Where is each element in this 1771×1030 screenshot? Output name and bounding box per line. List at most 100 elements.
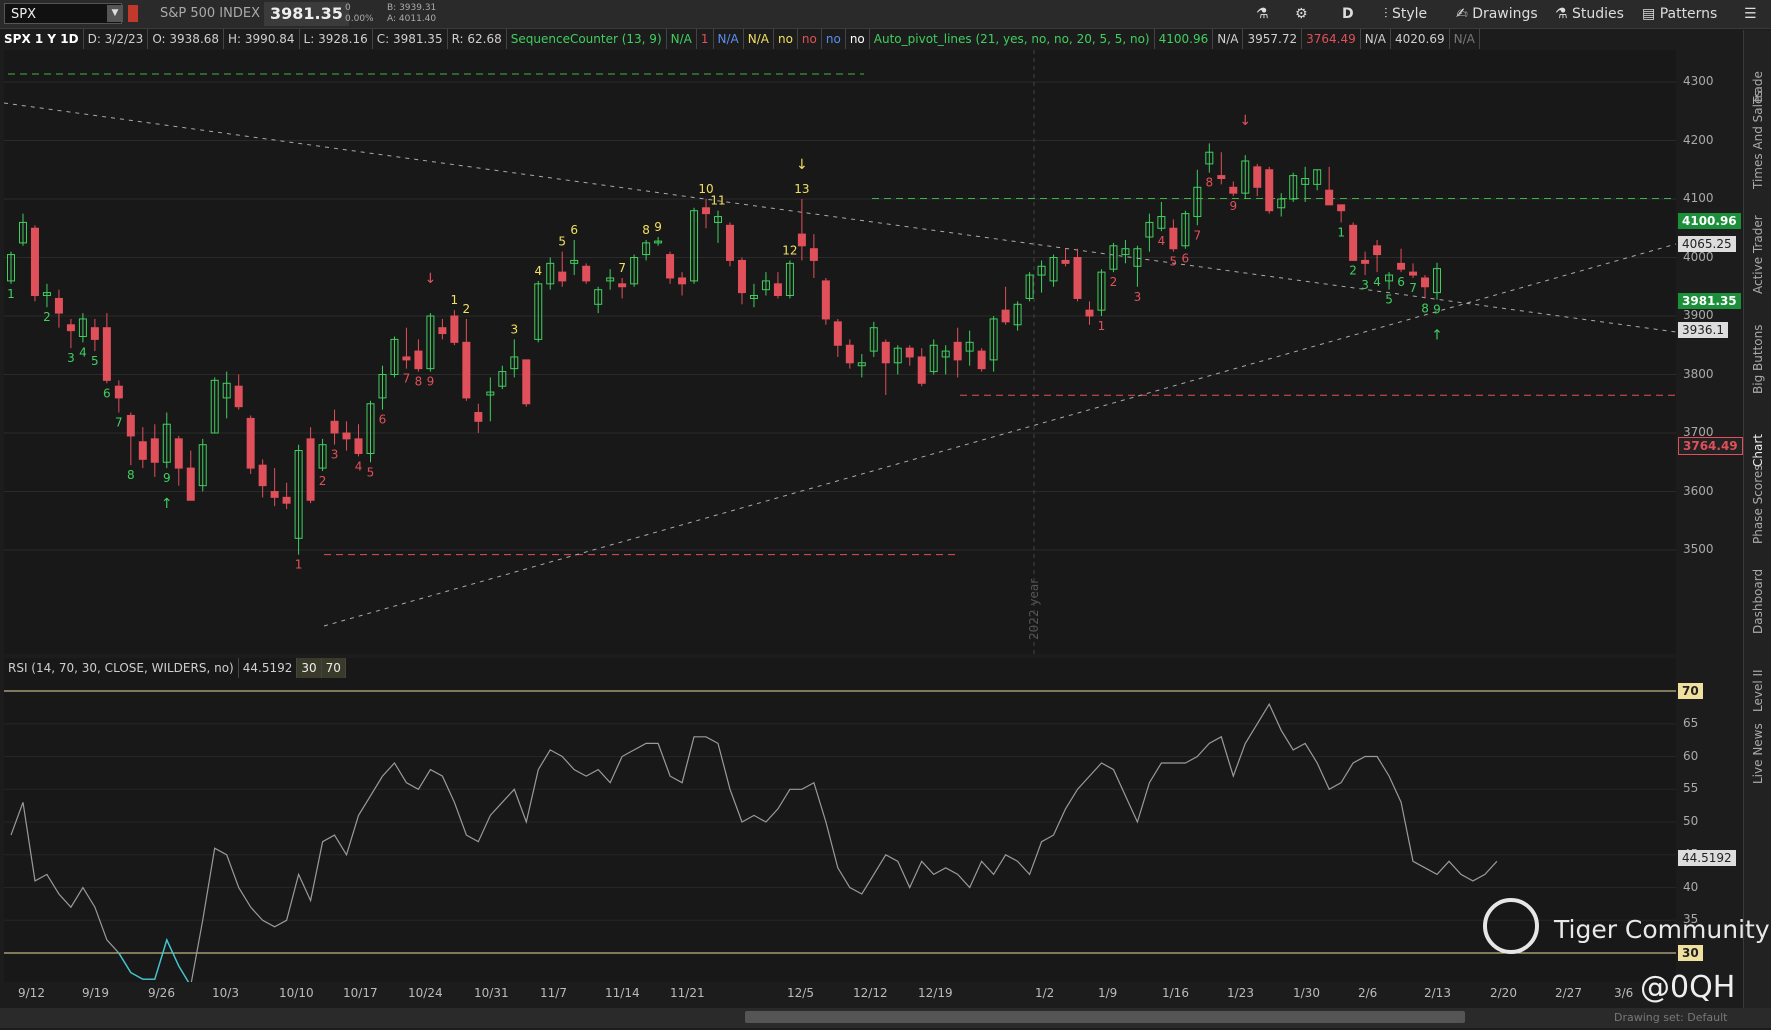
candle-body[interactable] <box>797 233 806 247</box>
candle-body[interactable] <box>773 283 782 297</box>
candle-body[interactable] <box>282 496 291 504</box>
candle-body[interactable] <box>354 438 363 454</box>
bar-open: O: 3938.68 <box>148 29 225 49</box>
candle-body[interactable] <box>1169 227 1178 250</box>
sequence-counter-study[interactable]: SequenceCounter (13, 9) <box>507 29 667 49</box>
candle-body[interactable] <box>1229 186 1238 194</box>
pivot-price-tag: 3936.1 <box>1678 322 1728 338</box>
candle-body[interactable] <box>725 224 734 261</box>
sidebar-tab[interactable]: Times And Sales <box>1751 90 1765 189</box>
candle-body[interactable] <box>330 420 339 434</box>
candle-body[interactable] <box>953 341 962 361</box>
candle-body[interactable] <box>821 280 830 320</box>
candle-body[interactable] <box>977 350 986 370</box>
candle-body[interactable] <box>678 277 687 285</box>
candle-body[interactable] <box>246 417 255 469</box>
candle-body[interactable] <box>1085 309 1094 317</box>
candle-body[interactable] <box>1349 224 1358 261</box>
candle-body[interactable] <box>54 297 63 314</box>
candle-body[interactable] <box>30 227 39 297</box>
chart-title[interactable]: SPX 1 Y 1D <box>0 29 84 49</box>
candle-body[interactable] <box>558 271 567 282</box>
candle-body[interactable] <box>1325 189 1334 206</box>
candle-body[interactable] <box>905 347 914 358</box>
candle-body[interactable] <box>126 414 135 437</box>
auto-pivot-study[interactable]: Auto_pivot_lines (21, yes, no, no, 20, 5… <box>870 29 1155 49</box>
candle-body[interactable] <box>90 327 99 340</box>
price-axis-label: 3800 <box>1683 366 1714 381</box>
candle-body[interactable] <box>402 356 411 361</box>
candle-body[interactable] <box>833 321 842 346</box>
sidebar-tab[interactable]: Active Trader <box>1751 215 1765 294</box>
candle-body[interactable] <box>618 283 627 288</box>
candle-body[interactable] <box>1265 169 1274 212</box>
candle-body[interactable] <box>881 341 890 364</box>
candle-body[interactable] <box>1409 271 1418 276</box>
candle-body[interactable] <box>522 359 531 405</box>
candle-body[interactable] <box>150 438 159 463</box>
menu-icon[interactable]: ☰ <box>1744 4 1757 24</box>
down-arrow-icon: ↓ <box>796 157 808 173</box>
candle-body[interactable] <box>845 344 854 364</box>
candle-body[interactable] <box>1253 166 1262 188</box>
candle-body[interactable] <box>1217 175 1226 180</box>
sidebar-tab[interactable]: Live News <box>1751 723 1765 784</box>
symbol-dropdown-icon[interactable]: ▼ <box>107 5 123 22</box>
scrollbar-thumb[interactable] <box>745 1011 1465 1023</box>
candle-body[interactable] <box>1421 277 1430 288</box>
candle-body[interactable] <box>1061 259 1070 264</box>
drawings-button[interactable]: ✍ Drawings <box>1456 4 1538 24</box>
candle-body[interactable] <box>450 315 459 343</box>
symbol-color-flag[interactable] <box>128 5 138 22</box>
candle-body[interactable] <box>342 432 351 440</box>
candle-body[interactable] <box>917 356 926 384</box>
patterns-button[interactable]: ▤ Patterns <box>1642 4 1717 24</box>
user-handle: @0QH <box>1640 970 1736 1005</box>
sequence-count-label: 2 <box>463 302 471 316</box>
candle-body[interactable] <box>66 324 75 332</box>
sidebar-tab[interactable]: Big Buttons <box>1751 325 1765 394</box>
sidebar-tab[interactable]: Chart <box>1751 434 1765 467</box>
sidebar-tab[interactable]: Phase Scores <box>1751 464 1765 544</box>
candle-body[interactable] <box>306 438 315 501</box>
candle-body[interactable] <box>666 254 675 279</box>
candle-body[interactable] <box>1001 309 1010 323</box>
candle-body[interactable] <box>1073 257 1082 299</box>
candle-body[interactable] <box>258 464 267 487</box>
rsi-study-label[interactable]: RSI (14, 70, 30, CLOSE, WILDERS, no) <box>4 658 239 678</box>
candle-body[interactable] <box>1337 204 1346 212</box>
candle-body[interactable] <box>737 259 746 294</box>
candle-body[interactable] <box>438 327 447 335</box>
down-arrow-icon: ↓ <box>1239 113 1251 129</box>
candle-body[interactable] <box>582 265 591 282</box>
price-axis-label: 3600 <box>1683 483 1714 498</box>
candle-body[interactable] <box>1397 262 1406 270</box>
flask-icon[interactable]: ⚗ <box>1256 4 1269 24</box>
bar-low: L: 3928.16 <box>300 29 373 49</box>
candle-body[interactable] <box>809 248 818 261</box>
candle-body[interactable] <box>702 207 711 215</box>
symbol-input[interactable]: SPX <box>4 3 122 24</box>
date-axis-label: 2/27 <box>1555 986 1582 1000</box>
price-chart[interactable]: 2022 year123 45678 91234 567 8 912345678 91011… <box>4 50 1676 654</box>
candle-body[interactable] <box>234 385 243 408</box>
candle-body[interactable] <box>270 491 279 498</box>
candle-body[interactable] <box>138 441 147 460</box>
style-button[interactable]: ⫶ Style <box>1384 4 1427 24</box>
candle-body[interactable] <box>1361 259 1370 264</box>
studies-button[interactable]: ⚗ Studies <box>1555 4 1624 24</box>
candle-body[interactable] <box>1373 245 1382 256</box>
candle-body[interactable] <box>114 385 123 399</box>
horizontal-scrollbar[interactable]: Drawing set: Default <box>0 1008 1771 1028</box>
gear-icon[interactable]: ⚙ <box>1295 4 1308 24</box>
candle-body[interactable] <box>186 467 195 501</box>
sidebar-tab[interactable]: Level II <box>1751 669 1765 712</box>
candle-body[interactable] <box>462 341 471 399</box>
sidebar-tab[interactable]: Dashboard <box>1751 569 1765 634</box>
candle-body[interactable] <box>414 350 423 370</box>
candle-body[interactable] <box>174 438 183 469</box>
candle-body[interactable] <box>474 412 483 422</box>
timeframe-button[interactable]: D <box>1342 4 1354 24</box>
candle-body[interactable] <box>102 327 111 381</box>
rsi-chart[interactable] <box>4 658 1676 982</box>
